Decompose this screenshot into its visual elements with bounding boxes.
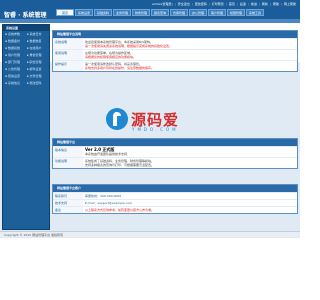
main-nav: 首页 系统设置 基础资料 业务管理 财务管理 报表查询 仓库管理 办公管理 客户… — [56, 9, 264, 16]
sidebar-item[interactable]: 公告管理 — [5, 67, 26, 72]
row-note: 支持多种报表的查询与打印，可根据需要灵活配置。 — [85, 163, 155, 167]
sidebar-item[interactable]: 数据恢复 — [27, 39, 48, 44]
sidebar-item[interactable]: 系统信息 — [5, 81, 26, 86]
row-label: 功能说明 — [53, 158, 83, 168]
sidebar-item[interactable]: 用户管理 — [5, 53, 26, 58]
brand-title: 智睿 · 系统管理 — [4, 12, 47, 19]
tab-basic-data[interactable]: 基础资料 — [94, 9, 112, 16]
panel-row: 技术支持 E-mail：support@example.com — [53, 199, 297, 206]
print-preview-link[interactable]: 打印预览 — [212, 2, 224, 6]
row-label: 系统说明 — [53, 39, 83, 49]
row-label: 版本信息 — [53, 147, 83, 157]
user-link[interactable]: admin(管理员) — [152, 2, 173, 6]
top-header: admin(管理员) | 安全退出 | 更改密码 | 打印预览 | 首页 | 后退 | 前进… — [0, 0, 300, 19]
help-link[interactable]: 帮助 — [273, 2, 279, 6]
contact-panel: 网站管理平台客户 联系我们 客服热线：400-000-0000 技术支持 E-m… — [52, 184, 298, 214]
panel-title: 网站管理平台客户 — [53, 185, 297, 192]
refresh-link[interactable]: 刷新 — [262, 2, 268, 6]
status-bar: Copyright © 2015 网站管理平台 版权所有 — [0, 231, 300, 237]
row-note: 第一次使用请先阅读系统说明，根据提示完成系统的初始化设置。 — [85, 44, 173, 48]
sidebar-item[interactable]: 职位管理 — [27, 60, 48, 65]
version-panel: 网站管理平台 版本信息 Ver 2.0 正式版 本系统由开发团队提供技术支持 功能… — [52, 138, 298, 169]
tab-office[interactable]: 办公管理 — [189, 9, 207, 16]
watermark-subtext: YMDO.COM — [132, 127, 179, 132]
sidebar-item[interactable]: 短信设置 — [5, 74, 26, 79]
row-note: 本系统由开发团队提供技术支持 — [85, 152, 128, 156]
tab-system-settings[interactable]: 系统设置 — [75, 9, 93, 16]
contact-email[interactable]: E-mail：support@example.com — [85, 201, 295, 205]
panel-row: 系统说明 欢迎您使用本系统管理平台，本系统采用B/S架构。 第一次使用请先阅读系统… — [53, 38, 297, 49]
panel-row: 操作提示 第一次使用请修改默认密码，并妥善保管。 系统支持多用户同时在线操作，请注… — [53, 60, 297, 71]
row-text: 以上联系方式仅供参考，如有变更以官方公布为准。 — [85, 208, 155, 212]
row-label: 操作提示 — [53, 61, 83, 71]
panel-title: 网站管理平台说明 — [53, 31, 297, 38]
tab-customers[interactable]: 客户管理 — [208, 9, 226, 16]
row-label: 使用说明 — [53, 50, 83, 60]
sidebar-item[interactable]: 文件管理 — [27, 74, 48, 79]
sidebar-item[interactable]: 邮件设置 — [27, 67, 48, 72]
contact-phone[interactable]: 客服热线：400-000-0000 — [85, 194, 295, 198]
row-label: 技术支持 — [53, 200, 83, 206]
watermark-logo: 源码爱 YMDO.COM — [106, 108, 192, 134]
row-note: 系统支持多用户同时在线操作，请注意数据的保存。 — [85, 66, 155, 70]
welcome-panel: 网站管理平台说明 系统说明 欢迎您使用本系统管理平台，本系统采用B/S架构。 第一… — [52, 30, 298, 72]
sidebar-item[interactable]: 修改密码 — [27, 81, 48, 86]
sub-header-bar — [0, 19, 300, 23]
forward-link[interactable]: 前进 — [251, 2, 257, 6]
tab-reports[interactable]: 报表查询 — [151, 9, 169, 16]
home-link[interactable]: 首页 — [229, 2, 235, 6]
user-links-strip: admin(管理员) | 安全退出 | 更改密码 | 打印预览 | 首页 | 后退 | 前进… — [151, 1, 296, 6]
tab-business[interactable]: 业务管理 — [113, 9, 131, 16]
sidebar-item[interactable]: 部门管理 — [5, 60, 26, 65]
change-password-link[interactable]: 更改密码 — [195, 2, 207, 6]
sidebar: 系统设置 系统参数系统日志 数据备份数据恢复 数据初始在线用户 用户管理角色管理… — [2, 24, 50, 230]
tab-warehouse[interactable]: 仓库管理 — [170, 9, 188, 16]
logout-link[interactable]: 安全退出 — [178, 2, 190, 6]
tab-finance[interactable]: 财务管理 — [132, 9, 150, 16]
panel-row: 版本信息 Ver 2.0 正式版 本系统由开发团队提供技术支持 — [53, 146, 297, 157]
row-label: 联系我们 — [53, 193, 83, 199]
sidebar-item[interactable]: 在线用户 — [27, 46, 48, 51]
sidebar-item[interactable]: 系统参数 — [5, 32, 26, 37]
panel-row: 联系我们 客服热线：400-000-0000 — [53, 192, 297, 199]
tab-system-tools[interactable]: 系统工具 — [246, 9, 264, 16]
sidebar-item[interactable]: 角色管理 — [27, 53, 48, 58]
online-help-link[interactable]: 网上帮助 — [284, 2, 296, 6]
tab-permissions[interactable]: 权限管理 — [227, 9, 245, 16]
panel-row: 功能说明 系统集成了基础资料、业务管理、财务管理等模块。 支持多种报表的查询与打印… — [53, 157, 297, 168]
tab-home[interactable]: 首页 — [56, 9, 74, 16]
row-note: 请根据您的权限使用相应的功能模块。 — [85, 55, 137, 59]
panel-row: 使用说明 左侧为功能菜单，右侧为操作区域。 请根据您的权限使用相应的功能模块。 — [53, 49, 297, 60]
panel-row: 备注 以上联系方式仅供参考，如有变更以官方公布为准。 — [53, 206, 297, 213]
sidebar-item[interactable]: 数据初始 — [5, 46, 26, 51]
back-link[interactable]: 后退 — [240, 2, 246, 6]
sidebar-item[interactable]: 数据备份 — [5, 39, 26, 44]
row-label: 备注 — [53, 207, 83, 213]
logo-icon — [106, 108, 128, 130]
panel-title: 网站管理平台 — [53, 139, 297, 146]
sidebar-item[interactable]: 系统日志 — [27, 32, 48, 37]
